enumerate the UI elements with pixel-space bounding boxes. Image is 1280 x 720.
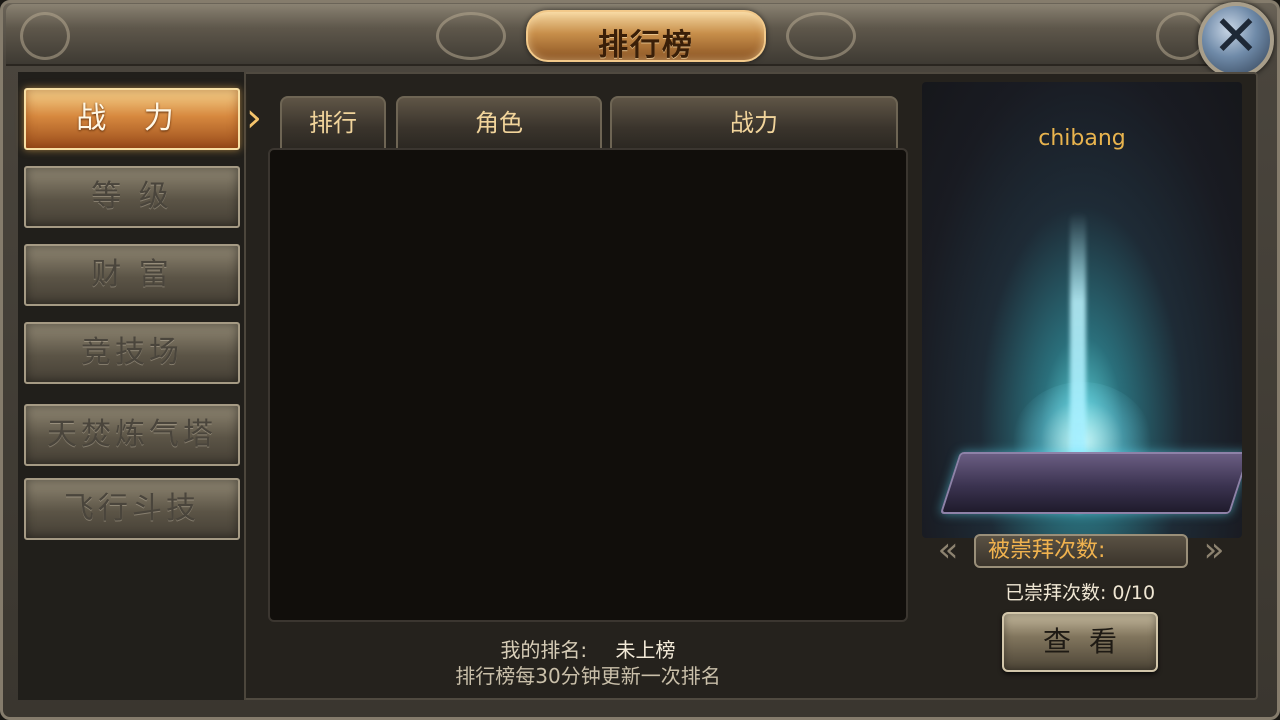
my-rank-label: 我的排名: xyxy=(500,638,588,662)
column-header-power[interactable]: 战力 xyxy=(610,96,898,148)
ranking-list[interactable] xyxy=(268,148,908,622)
category-label: 等 级 xyxy=(91,179,173,214)
category-label: 财 富 xyxy=(91,257,173,292)
page-title: 排行榜 xyxy=(598,28,694,63)
ornament-icon xyxy=(436,12,506,60)
ornament-icon xyxy=(20,12,70,60)
category-tab-arena[interactable]: 竞技场 xyxy=(24,322,240,384)
title-bar: 排行榜 xyxy=(6,4,1246,66)
pedestal xyxy=(939,452,1242,514)
my-rank: 我的排名: 未上榜 xyxy=(268,634,908,662)
update-note: 排行榜每30分钟更新一次排名 xyxy=(455,664,721,688)
worship-banner: « 被崇拜次数: » xyxy=(922,532,1240,570)
ornament-icon xyxy=(786,12,856,60)
category-tab-level[interactable]: 等 级 xyxy=(24,166,240,228)
column-header-character[interactable]: 角色 xyxy=(396,96,602,148)
category-label: 飞行斗技 xyxy=(64,491,200,526)
category-tab-wealth[interactable]: 财 富 xyxy=(24,244,240,306)
my-rank-value: 未上榜 xyxy=(615,638,676,662)
close-icon: ✕ xyxy=(1212,4,1260,69)
category-tab-tower[interactable]: 天焚炼气塔 xyxy=(24,404,240,466)
wing-right-icon: » xyxy=(1203,530,1225,570)
title-plate: 排行榜 xyxy=(526,10,766,63)
category-label: 竞技场 xyxy=(81,335,183,370)
category-label: 战 力 xyxy=(76,101,188,136)
close-button[interactable]: ✕ xyxy=(1198,2,1274,78)
character-name: chibang xyxy=(1038,126,1126,151)
worship-count: 已崇拜次数: 0/10 xyxy=(1004,582,1156,604)
category-label: 天焚炼气塔 xyxy=(47,417,217,452)
column-header-rank[interactable]: 排行 xyxy=(280,96,386,148)
view-button[interactable]: 查看 xyxy=(1002,612,1158,672)
wing-left-icon: « xyxy=(937,530,959,570)
category-tab-power[interactable]: 战 力 xyxy=(24,88,240,150)
category-tab-flight[interactable]: 飞行斗技 xyxy=(24,478,240,540)
worship-label: 被崇拜次数: xyxy=(974,534,1188,568)
active-arrow-icon: › xyxy=(246,95,262,141)
